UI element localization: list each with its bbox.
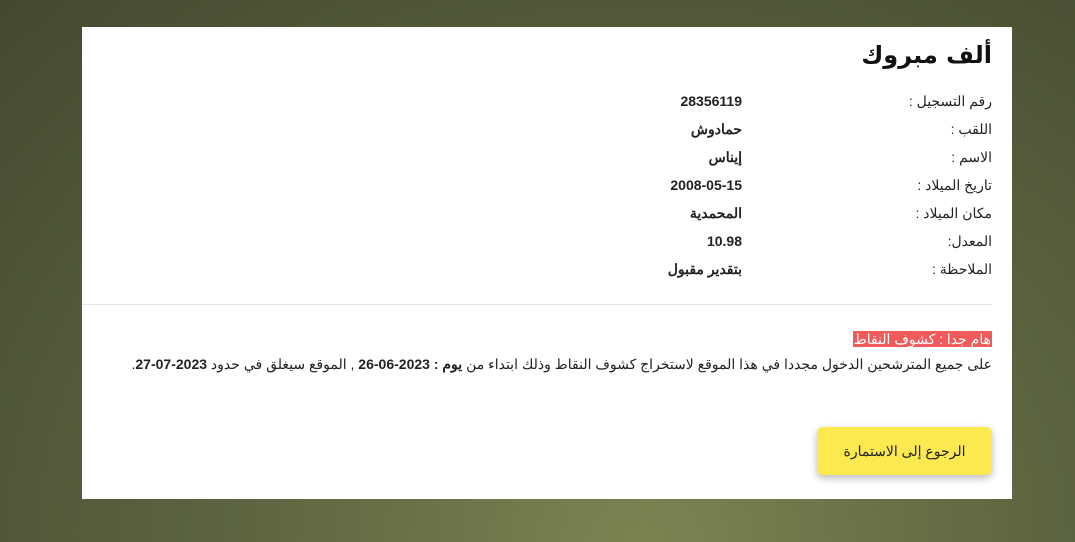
page-title: ألف مبروك bbox=[861, 41, 992, 69]
important-alert: هام جدا : كشوف النقاط bbox=[852, 331, 992, 347]
back-to-form-button[interactable]: الرجوع إلى الاستمارة bbox=[817, 427, 992, 475]
info-label: المعدل: bbox=[947, 232, 992, 249]
info-label: اللقب : bbox=[950, 120, 992, 137]
info-row-registration: رقم التسجيل : 28356119 bbox=[632, 87, 992, 115]
info-value: بتقدير مقبول bbox=[667, 260, 742, 277]
info-label: مكان الميلاد : bbox=[915, 204, 992, 221]
info-label: الملاحظة : bbox=[931, 260, 992, 277]
info-value: 28356119 bbox=[680, 93, 742, 109]
info-value: إيناس bbox=[708, 148, 742, 165]
info-row-name: الاسم : إيناس bbox=[632, 143, 992, 171]
info-value: 10.98 bbox=[706, 233, 742, 249]
info-value: حمادوش bbox=[690, 120, 742, 137]
notice-section: هام جدا : كشوف النقاط على جميع المترشحين… bbox=[102, 327, 992, 377]
day-label: يوم : bbox=[429, 356, 463, 372]
section-divider bbox=[82, 304, 992, 305]
info-row-remark: الملاحظة : بتقدير مقبول bbox=[632, 255, 992, 283]
info-row-surname: اللقب : حمادوش bbox=[632, 115, 992, 143]
result-card: ألف مبروك رقم التسجيل : 28356119 اللقب :… bbox=[82, 27, 1012, 499]
info-value: المحمدية bbox=[689, 204, 742, 221]
notice-text: على جميع المترشحين الدخول مجددا في هذا ا… bbox=[131, 356, 993, 372]
student-info-table: رقم التسجيل : 28356119 اللقب : حمادوش ال… bbox=[632, 87, 992, 283]
end-date: 2023-07-27 bbox=[135, 356, 208, 372]
info-label: رقم التسجيل : bbox=[908, 92, 992, 109]
info-row-birthdate: تاريخ الميلاد : 2008-05-15 bbox=[632, 171, 992, 199]
info-row-average: المعدل: 10.98 bbox=[632, 227, 992, 255]
info-value: 2008-05-15 bbox=[670, 177, 742, 193]
info-label: تاريخ الميلاد : bbox=[917, 176, 992, 193]
start-date: 2023-06-26 bbox=[358, 356, 430, 372]
info-label: الاسم : bbox=[951, 148, 992, 165]
info-row-birthplace: مكان الميلاد : المحمدية bbox=[632, 199, 992, 227]
